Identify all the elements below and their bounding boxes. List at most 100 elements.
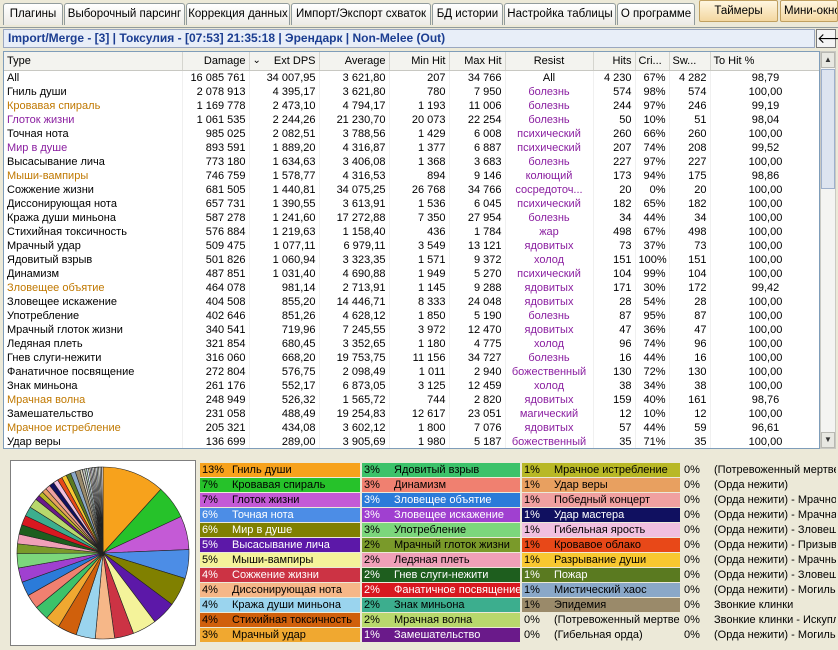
row-type-cell: Мрачный глоток жизни (4, 322, 183, 337)
table-row[interactable]: Знак миньона 261 176 552,17 6 873,05 3 125 12… (4, 378, 819, 393)
row-crit-cell: 36% (635, 322, 670, 337)
row-max-cell: 27 954 (449, 210, 506, 225)
row-min-cell: 11 156 (389, 350, 450, 365)
row-hits-cell: 244 (593, 98, 636, 113)
table-row[interactable]: Гниль души 2 078 913 4 395,17 3 621,80 780 7 … (4, 84, 819, 99)
col-average[interactable]: Average (319, 52, 390, 71)
col-resist[interactable]: Resist (505, 52, 594, 71)
row-crit-cell: 95% (635, 308, 670, 323)
table-row[interactable]: Глоток жизни 1 061 535 2 244,26 21 230,70 20… (4, 112, 819, 127)
row-average-cell: 17 272,88 (319, 210, 390, 225)
tab-plugins[interactable]: Плагины (3, 3, 63, 25)
col-min-hit[interactable]: Min Hit (389, 52, 450, 71)
legend-label: Кража души миньона (232, 599, 341, 611)
table-row[interactable]: Зловещее объятие 464 078 981,14 2 713,91 1 1… (4, 280, 819, 295)
legend-label: Мистический хаос (554, 584, 647, 596)
tab-about[interactable]: О программе (617, 3, 695, 25)
legend-item: 0% (Орда нежити) - Призыв (682, 538, 836, 552)
row-min-cell: 1 429 (389, 126, 450, 141)
row-hits-cell: 574 (593, 84, 636, 99)
legend-percent: 0% (684, 599, 700, 611)
col-to-hit[interactable]: To Hit % (710, 52, 819, 71)
legend-item: 2% Фанатичное посвящение (362, 583, 520, 597)
row-tohit-cell: 98,76 (710, 392, 819, 407)
tab-import-export[interactable]: Импорт/Экспорт схваток (291, 3, 431, 25)
row-swings-cell: 16 (669, 350, 711, 365)
table-row[interactable]: All 16 085 761 34 007,95 3 621,80 207 34 766 A… (4, 70, 819, 85)
table-row[interactable]: Мыши-вампиры 746 759 1 578,77 4 316,53 894 9 … (4, 168, 819, 183)
row-crit-cell: 54% (635, 294, 670, 309)
row-crit-cell: 37% (635, 238, 670, 253)
tab-table-settings[interactable]: Настройка таблицы (504, 3, 616, 25)
table-row[interactable]: Точная нота 985 025 2 082,51 3 788,56 1 429 6… (4, 126, 819, 141)
legend-label: Знак миньона (394, 599, 465, 611)
row-max-cell: 7 950 (449, 84, 506, 99)
row-tohit-cell: 100,00 (710, 350, 819, 365)
row-min-cell: 3 972 (389, 322, 450, 337)
legend-label: Пожар (554, 569, 588, 581)
col-damage[interactable]: Damage (182, 52, 250, 71)
table-row[interactable]: Ядовитый взрыв 501 826 1 060,94 3 323,35 1 5… (4, 252, 819, 267)
table-row[interactable]: Мрачный глоток жизни 340 541 719,96 7 245,5… (4, 322, 819, 337)
row-crit-cell: 72% (635, 364, 670, 379)
timers-button[interactable]: Таймеры (699, 0, 778, 22)
col-max-hit[interactable]: Max Hit (449, 52, 506, 71)
table-row[interactable]: Высасывание лича 773 180 1 634,63 3 406,08 1… (4, 154, 819, 169)
table-row[interactable]: Зловещее искажение 404 508 855,20 14 446,71… (4, 294, 819, 309)
table-row[interactable]: Мрачная волна 248 949 526,32 1 565,72 744 2 8… (4, 392, 819, 407)
row-average-cell: 3 406,08 (319, 154, 390, 169)
scroll-thumb[interactable] (821, 69, 835, 189)
table-row[interactable]: Мир в душе 893 591 1 889,20 4 316,87 1 377 6 … (4, 140, 819, 155)
row-swings-cell: 28 (669, 294, 711, 309)
table-row[interactable]: Употребление 402 646 851,26 4 628,12 1 850 5 … (4, 308, 819, 323)
row-damage-cell: 402 646 (182, 308, 250, 323)
table-row[interactable]: Кровавая спираль 1 169 778 2 473,10 4 794,1… (4, 98, 819, 113)
scroll-up-icon[interactable]: ▲ (821, 52, 835, 68)
row-tohit-cell: 100,00 (710, 196, 819, 211)
row-crit-cell: 97% (635, 98, 670, 113)
table-row[interactable]: Динамизм 487 851 1 031,40 4 690,88 1 949 5 27… (4, 266, 819, 281)
legend-percent: 1% (524, 494, 540, 506)
row-tohit-cell: 99,42 (710, 280, 819, 295)
table-row[interactable]: Замешательство 231 058 488,49 19 254,83 12 6… (4, 406, 819, 421)
row-hits-cell: 151 (593, 252, 636, 267)
row-dps-cell: 488,49 (249, 406, 320, 421)
row-dps-cell: 289,00 (249, 434, 320, 448)
row-tohit-cell: 99,19 (710, 98, 819, 113)
col-ext-dps[interactable]: ⌄ Ext DPS (249, 52, 320, 71)
row-average-cell: 6 979,11 (319, 238, 390, 253)
mini-window-button[interactable]: Мини-окно (780, 0, 838, 22)
legend-label: (Потревоженный мертвец) (554, 614, 680, 626)
row-max-cell: 2 820 (449, 392, 506, 407)
row-crit-cell: 0% (635, 182, 670, 197)
table-row[interactable]: Удар веры 136 699 289,00 3 905,69 1 980 5 187… (4, 434, 819, 448)
table-row[interactable]: Ледяная плеть 321 854 680,45 3 352,65 1 180 4… (4, 336, 819, 351)
table-row[interactable]: Мрачное истребление 205 321 434,08 3 602,12… (4, 420, 819, 435)
table-row[interactable]: Диссонирующая нота 657 731 1 390,55 3 613,9… (4, 196, 819, 211)
col-swings[interactable]: Sw... (669, 52, 711, 71)
table-row[interactable]: Кража души миньона 587 278 1 241,60 17 272,… (4, 210, 819, 225)
table-row[interactable]: Фанатичное посвящение 272 804 576,75 2 098,… (4, 364, 819, 379)
legend-percent: 0% (684, 554, 700, 566)
table-row[interactable]: Мрачный удар 509 475 1 077,11 6 979,11 3 549… (4, 238, 819, 253)
table-row[interactable]: Стихийная токсичность 576 884 1 219,63 1 15… (4, 224, 819, 239)
col-hits[interactable]: Hits (593, 52, 636, 71)
legend-percent: 4% (202, 584, 218, 596)
legend-percent: 7% (202, 479, 218, 491)
legend-item: 5% Мыши-вампиры (200, 553, 360, 567)
table-scrollbar[interactable]: ▲ ▼ (820, 51, 836, 449)
tab-history-db[interactable]: БД истории (432, 3, 503, 25)
legend-percent: 3% (364, 509, 380, 521)
col-crit[interactable]: Cri... (635, 52, 670, 71)
table-row[interactable]: Сожжение жизни 681 505 1 440,81 34 075,25 26… (4, 182, 819, 197)
table-row[interactable]: Гнев слуги-нежити 316 060 668,20 19 753,75 1… (4, 350, 819, 365)
back-arrow-icon[interactable]: 🡐 (816, 29, 838, 48)
scroll-down-icon[interactable]: ▼ (821, 432, 835, 448)
row-damage-cell: 340 541 (182, 322, 250, 337)
tab-data-correction[interactable]: Коррекция данных (186, 3, 290, 25)
tab-selective-parsing[interactable]: Выборочный парсинг (64, 3, 185, 25)
legend-percent: 0% (524, 629, 540, 641)
row-type-cell: Удар веры (4, 434, 183, 448)
col-type[interactable]: Type (4, 52, 183, 71)
row-hits-cell: 182 (593, 196, 636, 211)
